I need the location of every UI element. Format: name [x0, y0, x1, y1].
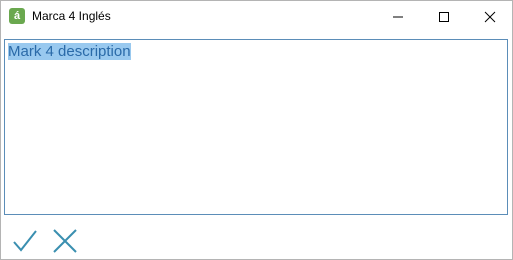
cross-icon: [53, 229, 77, 253]
confirm-button[interactable]: [11, 227, 39, 255]
minimize-button[interactable]: [375, 1, 421, 32]
checkmark-icon: [13, 230, 37, 252]
app-icon: á: [9, 8, 25, 24]
close-button[interactable]: [467, 1, 513, 32]
close-icon: [484, 11, 496, 23]
window-title: Marca 4 Inglés: [32, 9, 111, 23]
minimize-icon: [393, 16, 403, 18]
title-bar[interactable]: á Marca 4 Inglés: [1, 1, 512, 32]
maximize-button[interactable]: [421, 1, 467, 32]
maximize-icon: [439, 12, 449, 22]
cancel-button[interactable]: [51, 227, 79, 255]
description-textarea[interactable]: Mark 4 description: [4, 39, 508, 215]
selected-text: Mark 4 description: [8, 43, 131, 60]
dialog-window: á Marca 4 Inglés Mark 4 description: [0, 0, 513, 260]
